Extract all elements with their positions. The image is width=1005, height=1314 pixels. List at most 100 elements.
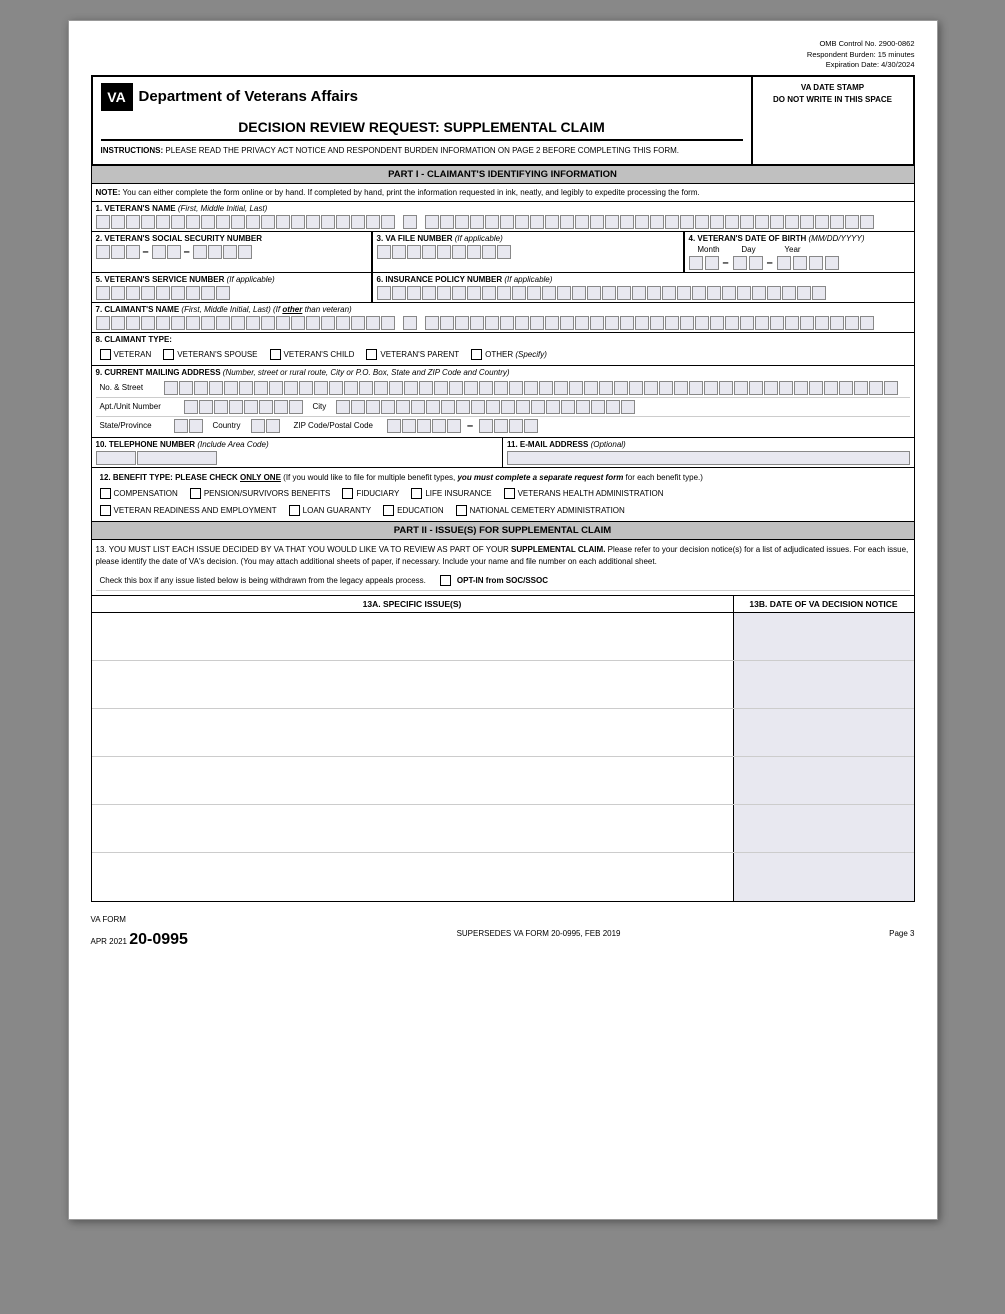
ins-box[interactable] bbox=[782, 286, 796, 300]
name-box[interactable] bbox=[755, 215, 769, 229]
street-box[interactable] bbox=[389, 381, 403, 395]
name-box[interactable] bbox=[186, 215, 200, 229]
name-box[interactable] bbox=[156, 215, 170, 229]
ins-box[interactable] bbox=[542, 286, 556, 300]
issue-3-date[interactable] bbox=[734, 709, 914, 756]
issue-6-date[interactable] bbox=[734, 853, 914, 901]
state-box[interactable] bbox=[174, 419, 188, 433]
service-num-box[interactable] bbox=[111, 286, 125, 300]
name-box[interactable] bbox=[261, 215, 275, 229]
street-box[interactable] bbox=[254, 381, 268, 395]
city-box[interactable] bbox=[471, 400, 485, 414]
apt-box[interactable] bbox=[184, 400, 198, 414]
issue-1-text[interactable] bbox=[92, 613, 734, 660]
service-num-box[interactable] bbox=[141, 286, 155, 300]
name-box[interactable] bbox=[201, 215, 215, 229]
dob-box[interactable] bbox=[825, 256, 839, 270]
street-box[interactable] bbox=[209, 381, 223, 395]
street-box[interactable] bbox=[554, 381, 568, 395]
zip-box[interactable] bbox=[447, 419, 461, 433]
ins-box[interactable] bbox=[452, 286, 466, 300]
country-box[interactable] bbox=[266, 419, 280, 433]
issue-1-date[interactable] bbox=[734, 613, 914, 660]
name-box[interactable] bbox=[620, 215, 634, 229]
ins-box[interactable] bbox=[557, 286, 571, 300]
name-box[interactable] bbox=[770, 215, 784, 229]
street-box[interactable] bbox=[809, 381, 823, 395]
name-box[interactable] bbox=[403, 215, 417, 229]
ssn-box[interactable] bbox=[167, 245, 181, 259]
service-num-box[interactable] bbox=[216, 286, 230, 300]
name-box[interactable] bbox=[470, 215, 484, 229]
zip-box[interactable] bbox=[387, 419, 401, 433]
name-box[interactable] bbox=[126, 215, 140, 229]
city-box[interactable] bbox=[531, 400, 545, 414]
street-box[interactable] bbox=[374, 381, 388, 395]
name-box[interactable] bbox=[246, 215, 260, 229]
claimant-name-box[interactable] bbox=[770, 316, 784, 330]
name-box[interactable] bbox=[276, 215, 290, 229]
city-box[interactable] bbox=[351, 400, 365, 414]
city-box[interactable] bbox=[426, 400, 440, 414]
dob-box[interactable] bbox=[793, 256, 807, 270]
claimant-name-box[interactable] bbox=[403, 316, 417, 330]
va-file-box[interactable] bbox=[392, 245, 406, 259]
claimant-name-box[interactable] bbox=[485, 316, 499, 330]
ins-box[interactable] bbox=[617, 286, 631, 300]
ins-box[interactable] bbox=[752, 286, 766, 300]
city-box[interactable] bbox=[591, 400, 605, 414]
cb-vre-box[interactable] bbox=[100, 505, 111, 516]
apt-box[interactable] bbox=[199, 400, 213, 414]
va-file-box[interactable] bbox=[422, 245, 436, 259]
street-box[interactable] bbox=[854, 381, 868, 395]
zip-ext-box[interactable] bbox=[524, 419, 538, 433]
street-box[interactable] bbox=[359, 381, 373, 395]
ins-box[interactable] bbox=[437, 286, 451, 300]
name-box[interactable] bbox=[455, 215, 469, 229]
name-box[interactable] bbox=[545, 215, 559, 229]
city-box[interactable] bbox=[456, 400, 470, 414]
city-box[interactable] bbox=[366, 400, 380, 414]
street-box[interactable] bbox=[569, 381, 583, 395]
ins-box[interactable] bbox=[602, 286, 616, 300]
name-box[interactable] bbox=[725, 215, 739, 229]
issue-6-text[interactable] bbox=[92, 853, 734, 901]
va-file-box[interactable] bbox=[452, 245, 466, 259]
claimant-name-box[interactable] bbox=[530, 316, 544, 330]
name-box[interactable] bbox=[515, 215, 529, 229]
apt-box[interactable] bbox=[214, 400, 228, 414]
ssn-box[interactable] bbox=[193, 245, 207, 259]
va-file-box[interactable] bbox=[407, 245, 421, 259]
name-box[interactable] bbox=[351, 215, 365, 229]
cb-education-box[interactable] bbox=[383, 505, 394, 516]
name-box[interactable] bbox=[680, 215, 694, 229]
name-box[interactable] bbox=[171, 215, 185, 229]
name-box[interactable] bbox=[500, 215, 514, 229]
street-box[interactable] bbox=[269, 381, 283, 395]
service-num-box[interactable] bbox=[171, 286, 185, 300]
ins-box[interactable] bbox=[737, 286, 751, 300]
city-box[interactable] bbox=[381, 400, 395, 414]
name-box[interactable] bbox=[830, 215, 844, 229]
claimant-name-box[interactable] bbox=[291, 316, 305, 330]
service-num-box[interactable] bbox=[201, 286, 215, 300]
name-box[interactable] bbox=[800, 215, 814, 229]
zip-ext-box[interactable] bbox=[509, 419, 523, 433]
issue-5-date[interactable] bbox=[734, 805, 914, 852]
name-box[interactable] bbox=[710, 215, 724, 229]
name-box[interactable] bbox=[321, 215, 335, 229]
claimant-name-box[interactable] bbox=[830, 316, 844, 330]
street-box[interactable] bbox=[404, 381, 418, 395]
street-box[interactable] bbox=[284, 381, 298, 395]
claimant-name-box[interactable] bbox=[156, 316, 170, 330]
claimant-name-box[interactable] bbox=[336, 316, 350, 330]
claimant-name-box[interactable] bbox=[575, 316, 589, 330]
name-box[interactable] bbox=[695, 215, 709, 229]
name-box[interactable] bbox=[425, 215, 439, 229]
claimant-name-box[interactable] bbox=[785, 316, 799, 330]
claimant-name-box[interactable] bbox=[740, 316, 754, 330]
ins-box[interactable] bbox=[422, 286, 436, 300]
name-box[interactable] bbox=[785, 215, 799, 229]
claimant-name-box[interactable] bbox=[545, 316, 559, 330]
checkbox-veteran-box[interactable] bbox=[100, 349, 111, 360]
